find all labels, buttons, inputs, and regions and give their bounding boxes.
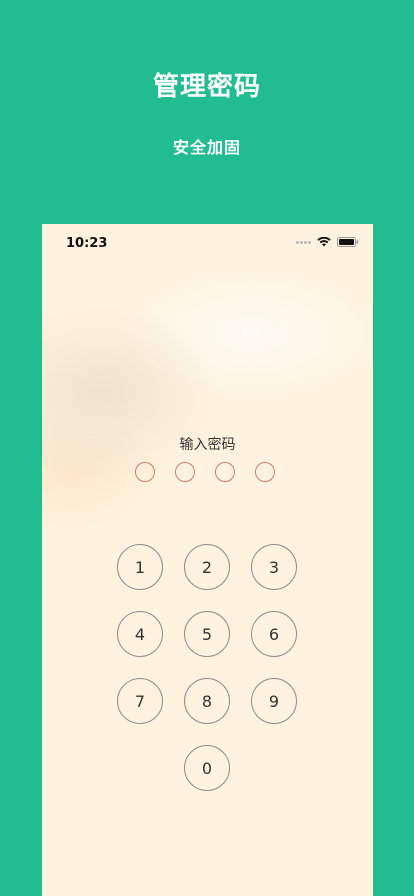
- blurred-background: [42, 254, 373, 534]
- key-4-button[interactable]: 4: [117, 611, 163, 657]
- key-5-button[interactable]: 5: [184, 611, 230, 657]
- key-2-button[interactable]: 2: [184, 544, 230, 590]
- key-3-button[interactable]: 3: [251, 544, 297, 590]
- pin-dot: [175, 462, 195, 482]
- key-8-button[interactable]: 8: [184, 678, 230, 724]
- key-6-button[interactable]: 6: [251, 611, 297, 657]
- status-bar: 10:23: [42, 224, 373, 262]
- pin-indicator: [135, 462, 281, 486]
- pin-dot: [215, 462, 235, 482]
- key-7-button[interactable]: 7: [117, 678, 163, 724]
- enter-password-prompt: 输入密码: [179, 437, 236, 453]
- wifi-icon: [317, 237, 331, 247]
- status-time: 10:23: [66, 236, 108, 251]
- pin-dot: [135, 462, 155, 482]
- promo-title: 管理密码: [152, 72, 261, 102]
- promo-subtitle: 安全加固: [172, 138, 241, 157]
- key-9-button[interactable]: 9: [251, 678, 297, 724]
- key-1-button[interactable]: 1: [117, 544, 163, 590]
- pin-dot: [255, 462, 275, 482]
- signal-icon: [296, 240, 312, 244]
- status-icons: [296, 237, 359, 247]
- numeric-keypad: 123 456 7890: [42, 544, 373, 794]
- phone-screen: 10:23 输入密码 123 456 7890: [42, 224, 373, 896]
- key-0-button[interactable]: 0: [184, 745, 230, 791]
- battery-icon: [337, 237, 359, 247]
